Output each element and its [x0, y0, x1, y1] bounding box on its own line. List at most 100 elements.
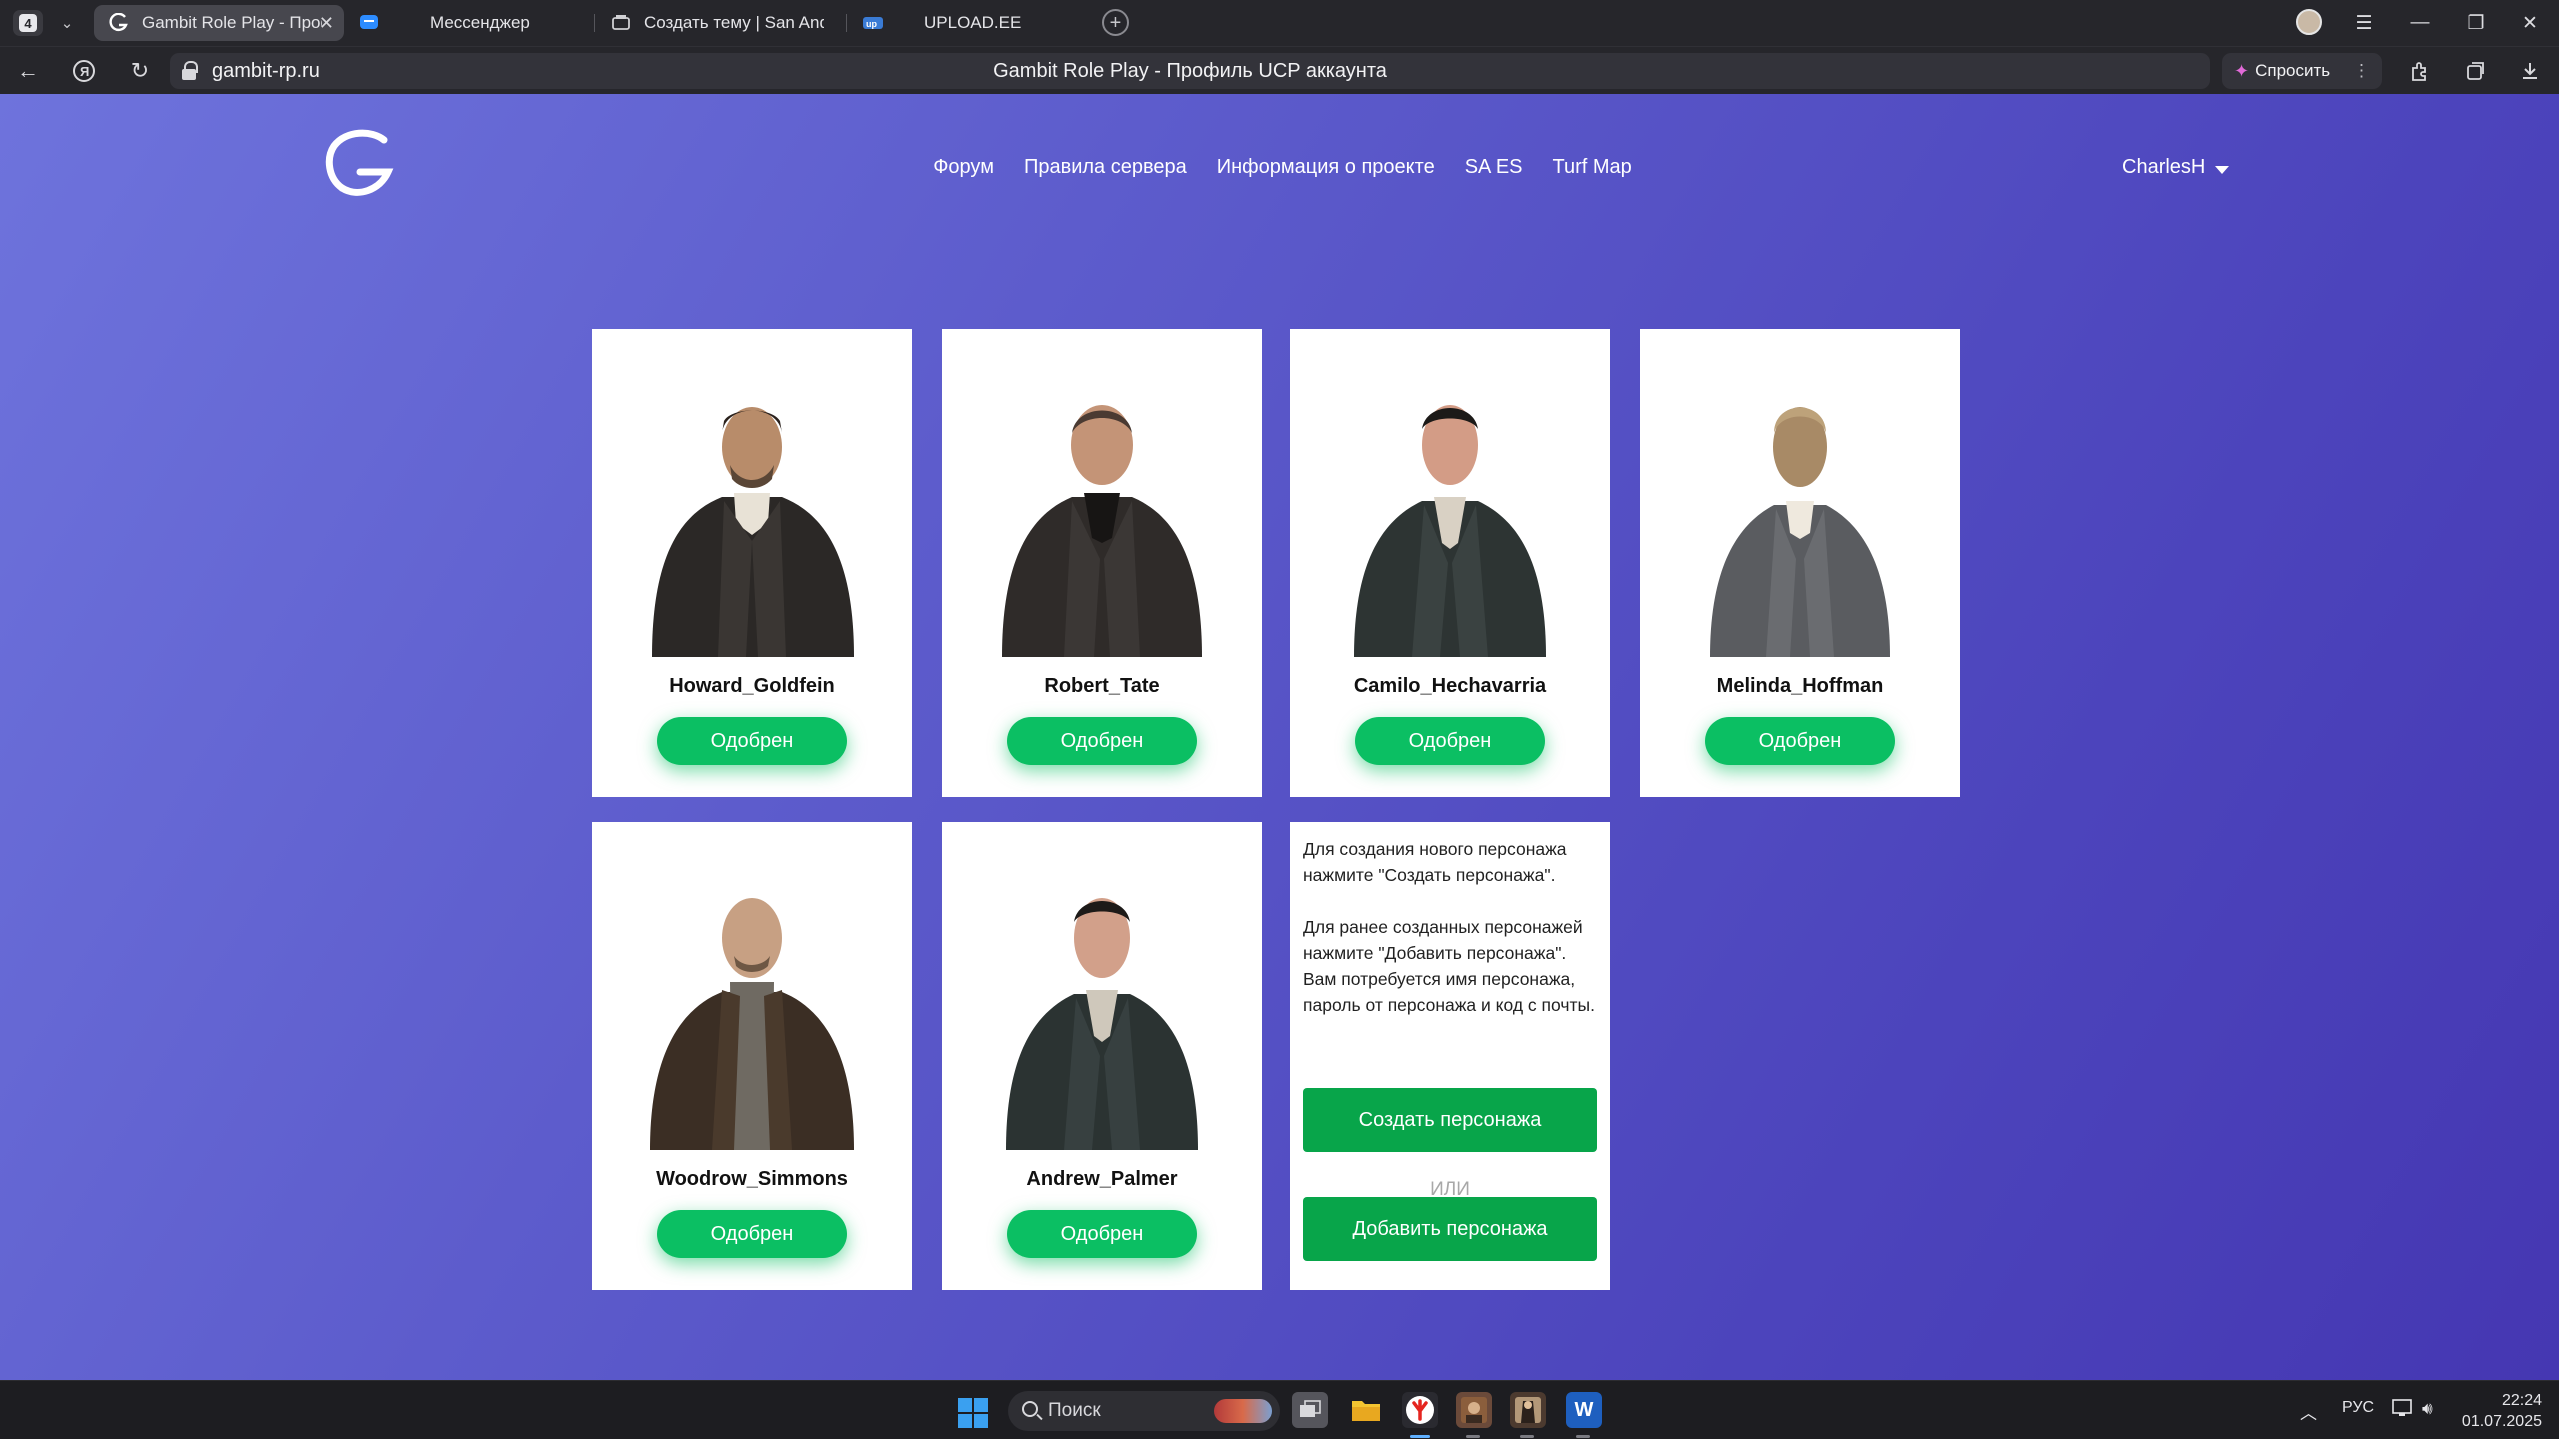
- clock-date: 01.07.2025: [2461, 1413, 2542, 1430]
- status-approved-button[interactable]: Одобрен: [1007, 717, 1197, 765]
- character-card: Melinda_Hoffman Одобрен: [1640, 329, 1960, 797]
- active-app-indicator: [1410, 1435, 1430, 1438]
- gambit-favicon-icon: [108, 12, 130, 34]
- character-name: Woodrow_Simmons: [656, 1168, 848, 1190]
- volume-icon[interactable]: 🔊︎: [2422, 1399, 2433, 1419]
- character-card: Howard_Goldfein Одобрен: [592, 329, 912, 797]
- character-card: Robert_Tate Одобрен: [942, 329, 1262, 797]
- tab-forum[interactable]: Создать тему | San Andreas Extended Soci…: [596, 5, 844, 41]
- status-approved-button[interactable]: Одобрен: [657, 1210, 847, 1258]
- word-icon[interactable]: W: [1566, 1392, 1602, 1428]
- tab-title: Создать тему | San Andreas Extended Soci…: [644, 13, 824, 32]
- close-tab-icon[interactable]: ✕: [319, 13, 334, 34]
- collections-icon[interactable]: [2462, 57, 2490, 85]
- status-approved-button[interactable]: Одобрен: [1705, 717, 1895, 765]
- chevron-up-icon[interactable]: ︿: [2300, 1399, 2317, 1424]
- system-clock[interactable]: 22:24 01.07.2025: [2452, 1390, 2542, 1432]
- tab-gambit[interactable]: Gambit Role Play - Профиль UCP аккаунта …: [94, 5, 344, 41]
- add-character-button[interactable]: Добавить персонажа: [1303, 1197, 1597, 1261]
- status-approved-button[interactable]: Одобрен: [1355, 717, 1545, 765]
- character-name: Camilo_Hechavarria: [1353, 675, 1547, 697]
- svg-text:Я: Я: [80, 64, 89, 79]
- address-bar-row: ← Я ↻ gambit-rp.ru Gambit Role Play - Пр…: [0, 46, 2559, 94]
- tab-title: Gambit Role Play - Профиль UCP аккаунта: [142, 13, 322, 32]
- browser-tab-bar: 4 ⌄ Gambit Role Play - Профиль UCP аккау…: [0, 0, 2559, 46]
- character-name: Robert_Tate: [1044, 675, 1160, 697]
- messenger-favicon-icon: [358, 12, 380, 34]
- reload-icon[interactable]: ↻: [122, 55, 158, 87]
- tab-separator: [846, 14, 847, 32]
- running-app-indicator: [1576, 1435, 1590, 1438]
- instructions-paragraph: Для ранее созданных персонажей нажмите "…: [1303, 917, 1595, 1015]
- character-card: Andrew_Palmer Одобрен: [942, 822, 1262, 1290]
- nav-turf-map-link[interactable]: Turf Map: [1553, 156, 1632, 179]
- game-app-icon[interactable]: [1456, 1392, 1492, 1428]
- alice-sparkle-icon: ✦: [2234, 60, 2250, 81]
- back-icon[interactable]: ←: [10, 55, 46, 87]
- ucp-page: Форум Правила сервера Информация о проек…: [0, 94, 2559, 1380]
- page-title-in-omnibox: Gambit Role Play - Профиль UCP аккаунта: [993, 60, 1387, 82]
- task-view-icon[interactable]: [1292, 1392, 1328, 1428]
- tab-title: UPLOAD.EE: [924, 13, 1022, 32]
- taskbar-search[interactable]: Поиск: [1008, 1391, 1280, 1431]
- new-tab-button[interactable]: +: [1102, 9, 1129, 36]
- create-character-button[interactable]: Создать персонажа: [1303, 1088, 1597, 1152]
- windows-taskbar: Поиск W ︿ РУС 🔊︎ 22:24 01.07.2025: [0, 1380, 2559, 1439]
- character-portrait: [650, 898, 854, 1150]
- character-portrait: [1354, 405, 1546, 657]
- extensions-icon[interactable]: [2406, 57, 2434, 85]
- windows-start-icon[interactable]: [958, 1398, 988, 1428]
- forum-favicon-icon: [610, 12, 632, 34]
- browser-menu-icon[interactable]: ☰: [2344, 8, 2384, 38]
- character-name: Andrew_Palmer: [1026, 1168, 1178, 1190]
- yandex-home-icon[interactable]: Я: [66, 55, 102, 87]
- game-launcher-icon[interactable]: [1510, 1392, 1546, 1428]
- search-icon: [1022, 1401, 1038, 1417]
- user-menu-dropdown[interactable]: CharlesH: [2122, 156, 2230, 179]
- more-options-icon[interactable]: ⋮: [2353, 61, 2370, 81]
- nav-rules-link[interactable]: Правила сервера: [1024, 156, 1187, 179]
- yandex-browser-icon[interactable]: [1402, 1392, 1438, 1428]
- chevron-down-icon: [2215, 165, 2230, 174]
- create-character-card: Для создания нового персонажа нажмите "С…: [1290, 822, 1610, 1290]
- profile-avatar[interactable]: [2296, 9, 2322, 35]
- running-app-indicator: [1520, 1435, 1534, 1438]
- character-portrait: [1006, 898, 1198, 1150]
- status-approved-button[interactable]: Одобрен: [657, 717, 847, 765]
- character-name: Howard_Goldfein: [669, 675, 835, 697]
- clock-time: 22:24: [2501, 1392, 2542, 1409]
- tab-messenger[interactable]: Мессенджер: [344, 5, 594, 41]
- file-explorer-icon[interactable]: [1348, 1392, 1384, 1428]
- ask-label: Спросить: [2255, 61, 2331, 80]
- character-portrait: [1002, 405, 1202, 657]
- close-window-icon[interactable]: ✕: [2510, 8, 2550, 38]
- character-portrait: [652, 407, 854, 657]
- url-field[interactable]: gambit-rp.ru Gambit Role Play - Профиль …: [170, 53, 2356, 89]
- instructions-text: Для создания нового персонажа нажмите "С…: [1303, 836, 1603, 1018]
- nav-saes-link[interactable]: SA ES: [1465, 156, 1523, 179]
- search-placeholder: Поиск: [1048, 1400, 1101, 1421]
- character-card: Woodrow_Simmons Одобрен: [592, 822, 912, 1290]
- tab-title: Мессенджер: [430, 13, 530, 32]
- tab-counter-button[interactable]: 4: [13, 10, 43, 36]
- character-name: Melinda_Hoffman: [1716, 675, 1884, 697]
- character-card: Camilo_Hechavarria Одобрен: [1290, 329, 1610, 797]
- tab-upload[interactable]: up UPLOAD.EE: [848, 5, 1088, 41]
- ask-alice-button[interactable]: ✦ Спросить ⋮: [2222, 53, 2382, 89]
- nav-forum-link[interactable]: Форум: [933, 156, 994, 179]
- status-approved-button[interactable]: Одобрен: [1007, 1210, 1197, 1258]
- network-icon[interactable]: [2392, 1399, 2414, 1422]
- tabs-dropdown-icon[interactable]: ⌄: [54, 10, 80, 36]
- tab-separator: [594, 14, 595, 32]
- upload-favicon-icon: up: [862, 12, 884, 34]
- username: CharlesH: [2122, 156, 2206, 178]
- restore-icon[interactable]: ❐: [2456, 8, 2496, 38]
- running-app-indicator: [1466, 1435, 1480, 1438]
- minimize-icon[interactable]: —: [2400, 8, 2440, 38]
- character-portrait: [1710, 407, 1890, 657]
- input-language[interactable]: РУС: [2342, 1399, 2374, 1417]
- nav-project-info-link[interactable]: Информация о проекте: [1217, 156, 1435, 179]
- downloads-icon[interactable]: [2516, 57, 2544, 85]
- svg-text:up: up: [866, 19, 877, 29]
- instructions-paragraph: Для создания нового персонажа нажмите "С…: [1303, 839, 1567, 885]
